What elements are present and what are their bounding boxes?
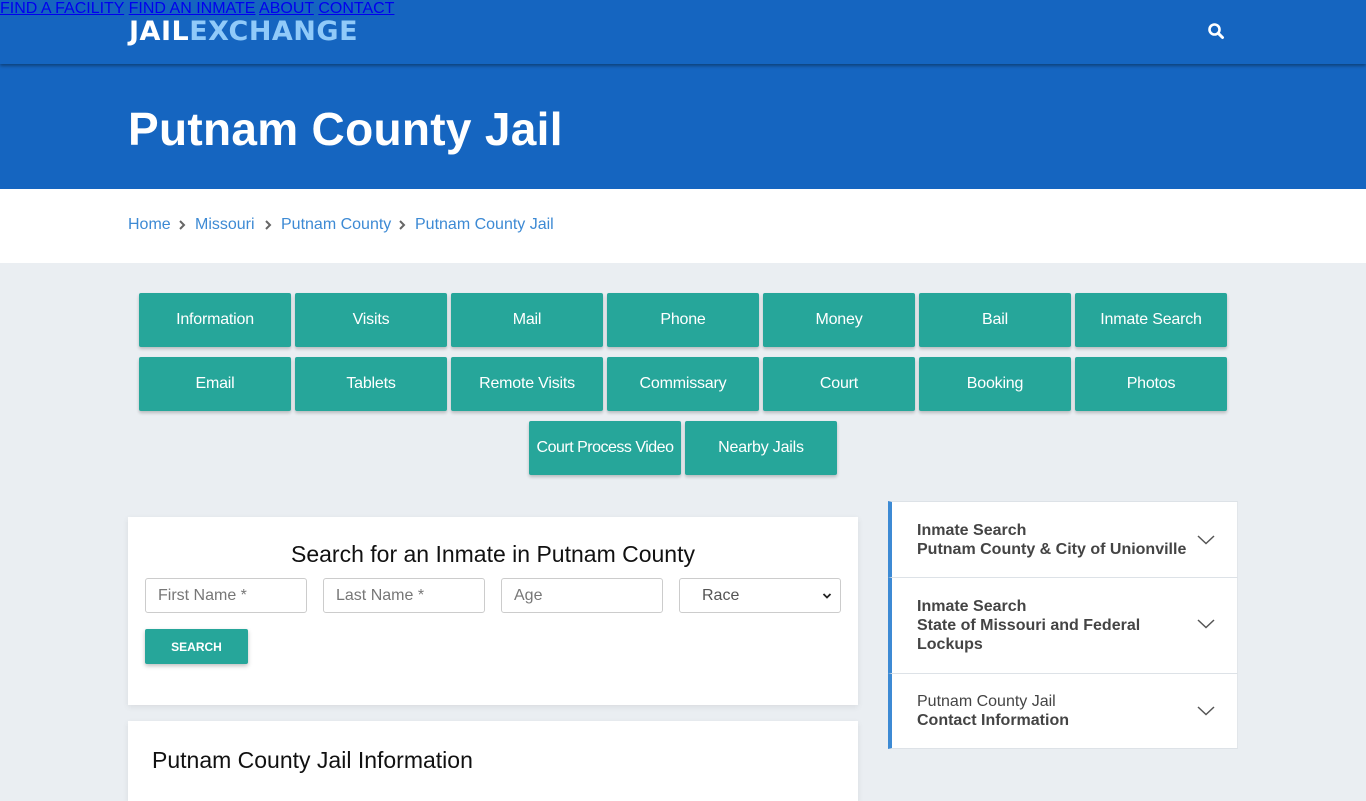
age-input[interactable] [514,586,662,605]
topic-button-booking[interactable]: Booking [919,357,1071,411]
accordion-sublabel: Putnam County & City of Unionville [917,541,1187,558]
inmate-search-card: Search for an Inmate in Putnam County Ra… [128,517,858,705]
chevron-right-icon [399,220,406,230]
accordion-sublabel: Contact Information [917,712,1069,729]
site-logo[interactable]: JAILEXCHANGE [129,16,358,47]
first-name-input[interactable] [158,586,306,605]
accordion-inmate-search-county[interactable]: Inmate Search Putnam County & City of Un… [888,501,1238,578]
jail-information-title: Putnam County Jail Information [152,747,473,773]
race-select-value: Race [702,586,740,604]
search-button[interactable]: SEARCH [145,629,248,664]
topic-button-money[interactable]: Money [763,293,915,347]
chevron-down-icon[interactable] [1197,706,1215,716]
topic-button-remote-visits[interactable]: Remote Visits [451,357,603,411]
search-form-title: Search for an Inmate in Putnam County [291,541,695,567]
nav-contact[interactable]: CONTACT [318,0,394,17]
accordion-sublabel: State of Missouri and Federal [917,617,1141,634]
page-header: Putnam County Jail [0,64,1366,189]
search-icon[interactable] [1207,22,1225,40]
chevron-down-icon[interactable] [1197,535,1215,545]
topic-button-tablets[interactable]: Tablets [295,357,447,411]
nav-find-a-facility[interactable]: FIND A FACILITY [0,0,124,17]
page-title: Putnam County Jail [128,103,563,155]
breadcrumb: Home Missouri Putnam County Putnam Count… [0,189,1366,263]
topic-button-mail[interactable]: Mail [451,293,603,347]
breadcrumb-missouri[interactable]: Missouri [195,216,255,234]
race-select[interactable]: Race [679,578,841,613]
logo-jail: JAIL [129,16,190,47]
last-name-field[interactable] [323,578,485,613]
topic-button-commissary[interactable]: Commissary [607,357,759,411]
logo-exchange: EXCHANGE [189,16,359,47]
accordion-label: Putnam County Jail [917,693,1056,710]
topic-button-inmate-search[interactable]: Inmate Search [1075,293,1227,347]
accordion-label: Inmate Search [917,598,1027,615]
last-name-input[interactable] [336,586,484,605]
breadcrumb-home[interactable]: Home [128,216,171,234]
topic-button-court[interactable]: Court [763,357,915,411]
topic-button-nearby-jails[interactable]: Nearby Jails [685,421,837,475]
accordion-label: Inmate Search [917,522,1027,539]
breadcrumb-putnam-county[interactable]: Putnam County [281,216,391,234]
first-name-field[interactable] [145,578,307,613]
topic-button-photos[interactable]: Photos [1075,357,1227,411]
topic-button-information[interactable]: Information [139,293,291,347]
chevron-down-icon[interactable] [1197,619,1215,629]
accordion-sublabel-cont: Lockups [917,636,983,653]
topic-button-court-process-video[interactable]: Court Process Video [529,421,681,475]
chevron-right-icon [179,220,186,230]
nav-about[interactable]: ABOUT [259,0,314,17]
nav-find-an-inmate[interactable]: FIND AN INMATE [129,0,256,17]
topic-button-visits[interactable]: Visits [295,293,447,347]
age-field[interactable] [501,578,663,613]
accordion-inmate-search-state[interactable]: Inmate Search State of Missouri and Fede… [888,578,1238,674]
breadcrumb-putnam-county-jail[interactable]: Putnam County Jail [415,216,554,234]
accordion-contact-information[interactable]: Putnam County Jail Contact Information [888,674,1238,749]
topic-button-bail[interactable]: Bail [919,293,1071,347]
topic-button-phone[interactable]: Phone [607,293,759,347]
top-navbar: JAILEXCHANGE FIND A FACILITY FIND AN INM… [0,0,1366,64]
jail-information-card: Putnam County Jail Information [128,721,858,801]
topic-button-email[interactable]: Email [139,357,291,411]
chevron-right-icon [265,220,272,230]
chevron-down-icon [822,592,832,599]
